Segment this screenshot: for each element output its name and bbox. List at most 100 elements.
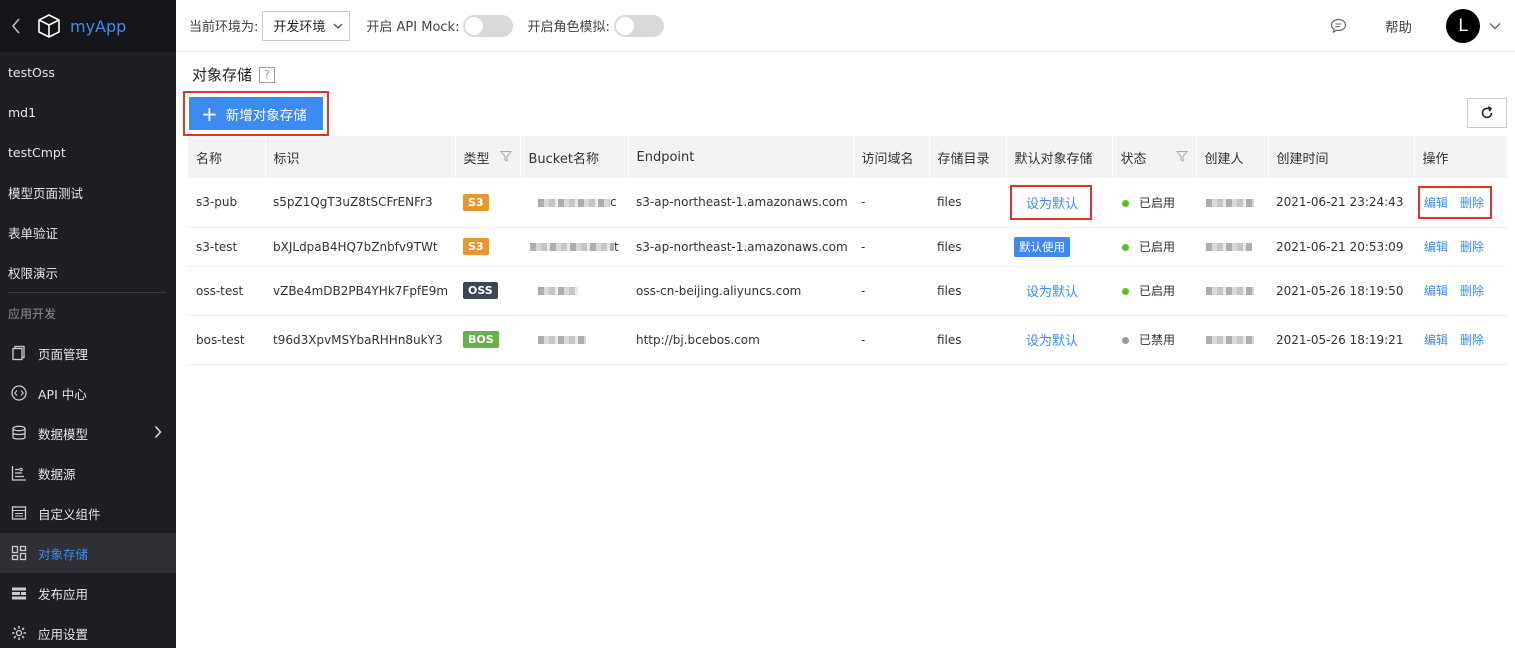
sidebar-item-testoss[interactable]: testOss bbox=[0, 52, 176, 92]
cell-name: s3-test bbox=[188, 227, 265, 267]
edit-link[interactable]: 编辑 bbox=[1424, 196, 1448, 210]
filter-icon[interactable] bbox=[499, 150, 512, 166]
cube-logo-icon bbox=[36, 13, 62, 39]
redacted-bucket bbox=[538, 198, 610, 207]
redacted-bucket bbox=[538, 336, 586, 344]
sidebar-item-permission-demo[interactable]: 权限演示 bbox=[0, 252, 176, 292]
type-tag: OSS bbox=[463, 282, 498, 299]
redacted-creator bbox=[1206, 243, 1252, 251]
sidebar-item-api-center[interactable]: API 中心 bbox=[0, 373, 176, 413]
cell-created: 2021-05-26 18:19:50 bbox=[1268, 266, 1414, 316]
redacted-bucket bbox=[530, 243, 614, 251]
cell-name: oss-test bbox=[188, 266, 265, 316]
cell-dir: files bbox=[929, 266, 1006, 316]
cell-default: 设为默认 bbox=[1006, 315, 1112, 365]
api-mock-toggle[interactable] bbox=[463, 14, 514, 37]
delete-link[interactable]: 删除 bbox=[1460, 196, 1484, 210]
gear-icon bbox=[10, 624, 28, 642]
cell-endpoint: http://bj.bcebos.com bbox=[628, 315, 853, 365]
sidebar-item-data-model[interactable]: 数据模型 bbox=[0, 413, 176, 453]
set-default-link[interactable]: 设为默认 bbox=[1026, 285, 1078, 300]
sidebar-item-label: 对象存储 bbox=[38, 546, 89, 562]
delete-link[interactable]: 删除 bbox=[1460, 284, 1484, 298]
column-header-bucket: Bucket名称 bbox=[520, 136, 629, 178]
sidebar-item-testcmpt[interactable]: testCmpt bbox=[0, 132, 176, 172]
add-object-storage-button[interactable]: + 新增对象存储 bbox=[189, 97, 323, 130]
column-header-endpoint: Endpoint bbox=[628, 136, 854, 178]
sidebar-item-label: 应用设置 bbox=[38, 626, 89, 642]
status-dot bbox=[1122, 288, 1129, 295]
filter-icon[interactable] bbox=[1175, 150, 1188, 166]
back-arrow-icon[interactable] bbox=[10, 17, 30, 35]
cell-type: OSS bbox=[455, 266, 520, 316]
cell-name: s3-pub bbox=[188, 178, 265, 228]
column-header-id: 标识 bbox=[265, 136, 456, 178]
publish-icon bbox=[10, 584, 28, 602]
cell-dir: files bbox=[929, 227, 1006, 267]
sidebar-item-custom-components[interactable]: 自定义组件 bbox=[0, 493, 176, 533]
sidebar-item-data-source[interactable]: 数据源 bbox=[0, 453, 176, 493]
set-default-link[interactable]: 设为默认 bbox=[1026, 197, 1078, 212]
refresh-button[interactable] bbox=[1467, 98, 1507, 128]
status-text: 已启用 bbox=[1139, 195, 1176, 210]
sidebar-item-label: API 中心 bbox=[38, 386, 87, 402]
table-header-row: 名称 标识 类型 Bucket名称 Endpoint 访问域名 存储目录 默认对… bbox=[188, 136, 1508, 178]
redacted-creator bbox=[1206, 198, 1254, 207]
cell-created: 2021-05-26 18:19:21 bbox=[1268, 315, 1414, 365]
cell-actions: 编辑 删除 bbox=[1414, 266, 1507, 316]
avatar[interactable]: L bbox=[1446, 9, 1480, 43]
edit-link[interactable]: 编辑 bbox=[1424, 240, 1448, 254]
cell-default: 设为默认 bbox=[1006, 266, 1112, 316]
redacted-bucket bbox=[538, 287, 578, 295]
sidebar-item-page-management[interactable]: 页面管理 bbox=[0, 333, 176, 373]
chat-icon[interactable] bbox=[1330, 18, 1347, 34]
sidebar-item-publish[interactable]: 发布应用 bbox=[0, 573, 176, 613]
cell-id: vZBe4mDB2PB4YHk7FpfE9m bbox=[265, 266, 455, 316]
top-bar-right: 帮助 L bbox=[1330, 0, 1515, 52]
chevron-down-icon[interactable] bbox=[1489, 22, 1501, 30]
cell-domain: - bbox=[853, 266, 929, 316]
sidebar-item-label: testOss bbox=[8, 64, 55, 80]
sidebar-item-label: testCmpt bbox=[8, 144, 66, 160]
page-title: 对象存储 ? bbox=[192, 64, 276, 85]
component-icon bbox=[10, 504, 28, 522]
sidebar-item-md1[interactable]: md1 bbox=[0, 92, 176, 132]
sidebar-item-label: 数据模型 bbox=[38, 426, 89, 442]
grid-icon bbox=[10, 544, 28, 562]
cell-status: 已启用 bbox=[1112, 178, 1196, 228]
help-question-icon[interactable]: ? bbox=[259, 66, 276, 83]
column-header-status: 状态 bbox=[1112, 136, 1197, 178]
delete-link[interactable]: 删除 bbox=[1460, 240, 1484, 254]
app-name[interactable]: myApp bbox=[70, 17, 126, 36]
cell-bucket: c bbox=[520, 178, 628, 228]
column-header-status-label: 状态 bbox=[1120, 151, 1147, 167]
cell-endpoint: oss-cn-beijing.aliyuncs.com bbox=[628, 266, 853, 316]
env-select[interactable]: 开发环境 bbox=[262, 10, 351, 41]
chevron-right-icon[interactable] bbox=[154, 425, 162, 442]
sidebar-item-object-storage[interactable]: 对象存储 bbox=[0, 533, 176, 573]
default-in-use-badge: 默认使用 bbox=[1014, 236, 1070, 257]
database-icon bbox=[10, 424, 28, 442]
refresh-icon bbox=[1480, 106, 1494, 120]
cell-actions: 编辑 删除 bbox=[1414, 315, 1507, 365]
edit-link[interactable]: 编辑 bbox=[1424, 333, 1448, 347]
column-header-name: 名称 bbox=[188, 136, 266, 178]
redacted-creator bbox=[1206, 287, 1254, 295]
edit-link[interactable]: 编辑 bbox=[1424, 284, 1448, 298]
cell-dir: files bbox=[929, 315, 1006, 365]
cell-id: s5pZ1QgT3uZ8tSCFrENFr3 bbox=[265, 178, 455, 228]
set-default-link[interactable]: 设为默认 bbox=[1026, 334, 1078, 349]
type-tag: S3 bbox=[463, 238, 489, 255]
sidebar-item-model-page-test[interactable]: 模型页面测试 bbox=[0, 172, 176, 212]
help-link[interactable]: 帮助 bbox=[1385, 16, 1412, 36]
sidebar-item-app-settings[interactable]: 应用设置 bbox=[0, 613, 176, 648]
cell-default: 默认使用 bbox=[1006, 227, 1112, 267]
cell-created: 2021-06-21 23:24:43 bbox=[1268, 178, 1414, 228]
cell-domain: - bbox=[853, 178, 929, 228]
delete-link[interactable]: 删除 bbox=[1460, 333, 1484, 347]
sidebar-item-label: 权限演示 bbox=[8, 265, 59, 281]
cell-status: 已启用 bbox=[1112, 266, 1196, 316]
status-dot bbox=[1122, 337, 1129, 344]
sidebar-item-form-validation[interactable]: 表单验证 bbox=[0, 212, 176, 252]
role-sim-toggle[interactable] bbox=[613, 14, 664, 37]
